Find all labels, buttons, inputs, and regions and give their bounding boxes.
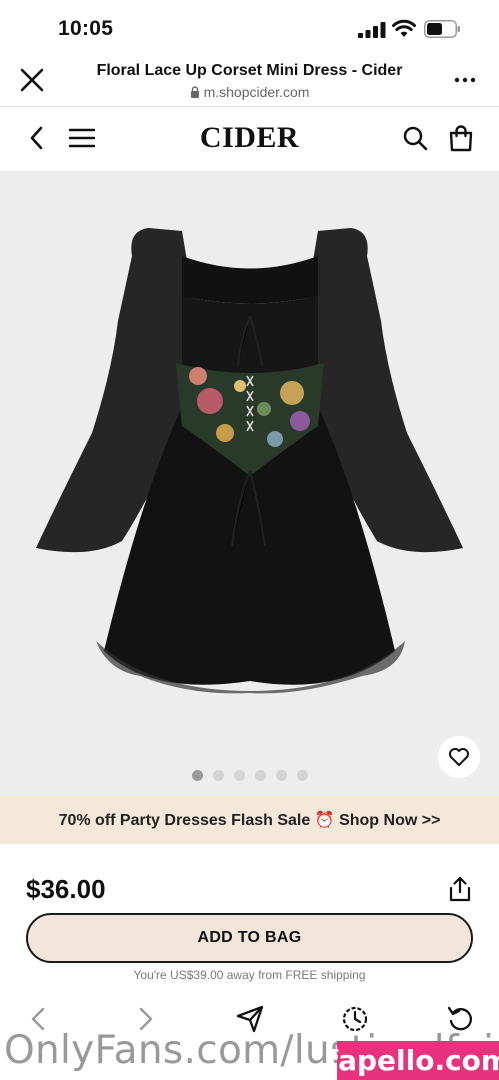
- search-icon[interactable]: [402, 125, 428, 151]
- product-price: $36.00: [26, 874, 106, 904]
- menu-icon[interactable]: [68, 127, 96, 149]
- carousel-dot[interactable]: [191, 770, 203, 781]
- more-options-icon[interactable]: [453, 70, 477, 90]
- wifi-icon: [392, 19, 416, 37]
- status-time: 10:05: [58, 17, 114, 40]
- carousel-dot[interactable]: [233, 770, 245, 781]
- url-text: m.shopcider.com: [203, 84, 310, 100]
- carousel-dot[interactable]: [296, 770, 308, 781]
- share-icon[interactable]: [448, 876, 472, 902]
- browser-header: Floral Lace Up Corset Mini Dress - Cider…: [0, 56, 499, 106]
- signal-icon: [358, 22, 386, 38]
- add-to-bag-button[interactable]: ADD TO BAG: [26, 913, 473, 963]
- free-shipping-note: You're US$39.00 away from FREE shipping: [133, 968, 366, 982]
- image-carousel-dots: [0, 770, 499, 781]
- close-icon[interactable]: [18, 66, 46, 94]
- shopping-bag-icon[interactable]: [448, 124, 474, 152]
- dress-illustration: [36, 228, 463, 694]
- wishlist-button[interactable]: [438, 736, 480, 778]
- heart-icon: [449, 748, 469, 766]
- product-image[interactable]: [0, 171, 499, 796]
- promo-banner[interactable]: 70% off Party Dresses Flash Sale ⏰ Shop …: [0, 796, 499, 844]
- battery-icon: [424, 20, 460, 38]
- page-title: Floral Lace Up Corset Mini Dress - Cider: [96, 62, 403, 79]
- carousel-dot[interactable]: [212, 770, 224, 781]
- promo-text: 70% off Party Dresses Flash Sale ⏰ Shop …: [58, 812, 441, 829]
- page-url: m.shopcider.com: [60, 84, 439, 100]
- watermark-logo: fapello.com: [326, 1041, 499, 1080]
- lock-icon: [190, 86, 199, 98]
- back-chevron-icon[interactable]: [26, 125, 48, 151]
- site-nav: CIDER: [0, 107, 499, 171]
- carousel-dot[interactable]: [254, 770, 266, 781]
- status-bar: 10:05: [0, 0, 499, 56]
- carousel-dot[interactable]: [275, 770, 287, 781]
- page-title-block[interactable]: Floral Lace Up Corset Mini Dress - Cider…: [60, 62, 439, 100]
